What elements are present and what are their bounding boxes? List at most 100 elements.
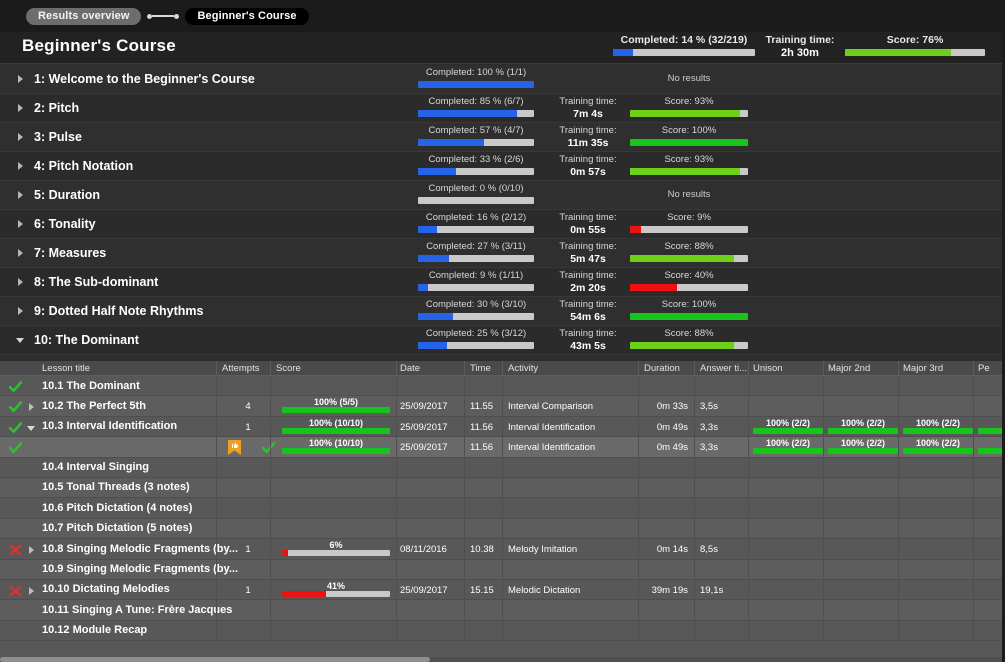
table-row[interactable]: 10.4 Interval Singing: [0, 457, 1005, 478]
cell-separator: [464, 620, 465, 642]
column-header[interactable]: Lesson title: [42, 363, 90, 374]
module-row[interactable]: 3: Pulse Completed: 57 % (4/7) Training ti…: [0, 123, 1005, 152]
table-row[interactable]: 100% (10/10) 25/09/2017 11.56 Interval Iden…: [0, 437, 1005, 458]
score-bar: [282, 590, 390, 597]
cell-separator: [694, 518, 695, 540]
lesson-title: 10.5 Tonal Threads (3 notes): [42, 481, 190, 494]
module-score-bar: [630, 168, 748, 175]
module-completed-label: Completed: 100 % (1/1): [425, 67, 527, 78]
cell-separator: [748, 518, 749, 540]
table-row[interactable]: 10.1 The Dominant: [0, 376, 1005, 397]
column-header[interactable]: Major 2nd: [828, 363, 870, 374]
cell-separator: [748, 600, 749, 621]
cell-separator: [270, 579, 271, 601]
table-row[interactable]: 10.3 Interval Identification 1 100% (10/10…: [0, 416, 1005, 438]
chevron-down-icon[interactable]: [27, 425, 35, 431]
chevron-right-icon[interactable]: [18, 133, 23, 141]
chevron-down-icon[interactable]: [16, 338, 24, 343]
module-score-label: Score: 93%: [664, 96, 714, 107]
chevron-right-icon[interactable]: [18, 104, 23, 112]
module-score-cell: Score: 100%: [630, 125, 748, 146]
interval-score-label: 100% (2/2): [840, 417, 886, 428]
cell-separator: [464, 600, 465, 621]
column-header[interactable]: Major 3rd: [903, 363, 943, 374]
module-training-time-cell: Training time: 0m 57s: [545, 154, 631, 178]
chevron-right-icon[interactable]: [29, 403, 34, 412]
column-header[interactable]: Time: [470, 363, 491, 374]
chevron-right-icon[interactable]: [18, 191, 23, 199]
column-separator: [748, 361, 749, 376]
chevron-right-icon[interactable]: [18, 278, 23, 286]
module-row[interactable]: 2: Pitch Completed: 85 % (6/7) Training ti…: [0, 94, 1005, 123]
cross-icon: [9, 584, 22, 597]
chevron-right-icon[interactable]: [18, 220, 23, 228]
column-separator: [216, 361, 217, 376]
chevron-right-icon[interactable]: [18, 75, 23, 83]
cell-separator: [396, 457, 397, 478]
lesson-title: 10.9 Singing Melodic Fragments (by...: [42, 563, 238, 576]
module-score-cell: Score: 9%: [630, 212, 748, 233]
column-header[interactable]: Attempts: [222, 363, 260, 374]
breadcrumb-results-overview[interactable]: Results overview: [26, 7, 142, 25]
module-score-cell: Score: 88%: [630, 328, 748, 349]
module-completed-bar: [418, 139, 534, 146]
horizontal-scrollbar[interactable]: [0, 657, 1005, 662]
module-training-time-label: Training time:: [559, 328, 617, 339]
chevron-right-icon[interactable]: [29, 586, 34, 595]
column-separator: [270, 361, 271, 376]
chevron-right-icon[interactable]: [18, 162, 23, 170]
module-row[interactable]: 9: Dotted Half Note Rhythms Completed: 30…: [0, 297, 1005, 326]
table-row[interactable]: 10.8 Singing Melodic Fragments (by... 1 6%…: [0, 539, 1005, 560]
module-score-cell: Score: 93%: [630, 154, 748, 175]
column-header[interactable]: Pe: [978, 363, 990, 374]
column-header[interactable]: Answer ti...: [700, 363, 747, 374]
module-row[interactable]: 1: Welcome to the Beginner's Course Compl…: [0, 65, 1005, 94]
chevron-right-icon[interactable]: [18, 307, 23, 315]
lesson-title: 10.2 The Perfect 5th: [42, 399, 146, 412]
table-row[interactable]: 10.12 Module Recap: [0, 620, 1005, 642]
module-row[interactable]: 5: Duration Completed: 0 % (0/10) No resul…: [0, 181, 1005, 210]
module-completed-bar: [418, 284, 534, 291]
cell-separator: [898, 477, 899, 499]
table-row[interactable]: 10.5 Tonal Threads (3 notes): [0, 477, 1005, 499]
column-header[interactable]: Unison: [753, 363, 783, 374]
date-value: 25/09/2017: [400, 421, 448, 433]
date-value: 25/09/2017: [400, 584, 448, 596]
score-label: 100% (10/10): [308, 438, 364, 449]
time-value: 11.56: [470, 421, 494, 433]
lesson-table-body: 10.1 The Dominant 10.2 The Perfect 5th 4 10…: [0, 376, 1005, 642]
module-row[interactable]: 8: The Sub-dominant Completed: 9 % (1/11)…: [0, 268, 1005, 297]
table-row[interactable]: 10.2 The Perfect 5th 4 100% (5/5) 25/09/201…: [0, 396, 1005, 417]
table-row[interactable]: 10.11 Singing A Tune: Frère Jacques: [0, 600, 1005, 621]
column-header[interactable]: Date: [400, 363, 420, 374]
table-row[interactable]: 10.10 Dictating Melodies 1 41% 25/09/2017 15…: [0, 579, 1005, 601]
cell-separator: [638, 437, 639, 458]
cell-separator: [694, 376, 695, 397]
table-row[interactable]: 10.6 Pitch Dictation (4 notes): [0, 498, 1005, 519]
duration-value: 0m 49s: [656, 421, 688, 433]
cell-separator: [694, 620, 695, 642]
cell-separator: [396, 518, 397, 540]
table-row[interactable]: 10.7 Pitch Dictation (5 notes): [0, 518, 1005, 540]
module-completed-cell: Completed: 85 % (6/7): [418, 96, 534, 117]
chevron-right-icon[interactable]: [29, 546, 34, 555]
module-row[interactable]: 4: Pitch Notation Completed: 33 % (2/6) Tr…: [0, 152, 1005, 181]
module-row[interactable]: 6: Tonality Completed: 16 % (2/12) Trainin…: [0, 210, 1005, 239]
module-row[interactable]: 10: The Dominant Completed: 25 % (3/12) Tr…: [0, 326, 1005, 355]
interval-score-bar: [978, 448, 1005, 455]
module-training-time-label: Training time:: [559, 299, 617, 310]
column-header[interactable]: Score: [276, 363, 301, 374]
cell-separator: [973, 559, 974, 580]
column-header[interactable]: Duration: [644, 363, 680, 374]
cell-separator: [898, 457, 899, 478]
column-header[interactable]: Activity: [508, 363, 538, 374]
module-training-time-cell: Training time: 0m 55s: [545, 212, 631, 236]
table-row[interactable]: 10.9 Singing Melodic Fragments (by...: [0, 559, 1005, 580]
lesson-table-header: Lesson title Attempts Score Date Time Activit…: [0, 361, 1005, 376]
duration-value: 0m 14s: [656, 544, 688, 556]
breadcrumb-current-course[interactable]: Beginner's Course: [185, 7, 309, 25]
chevron-right-icon[interactable]: [18, 249, 23, 257]
bookmark-thumbs-up-icon[interactable]: [228, 440, 241, 456]
module-row[interactable]: 7: Measures Completed: 27 % (3/11) Trainin…: [0, 239, 1005, 268]
cell-separator: [823, 396, 824, 417]
